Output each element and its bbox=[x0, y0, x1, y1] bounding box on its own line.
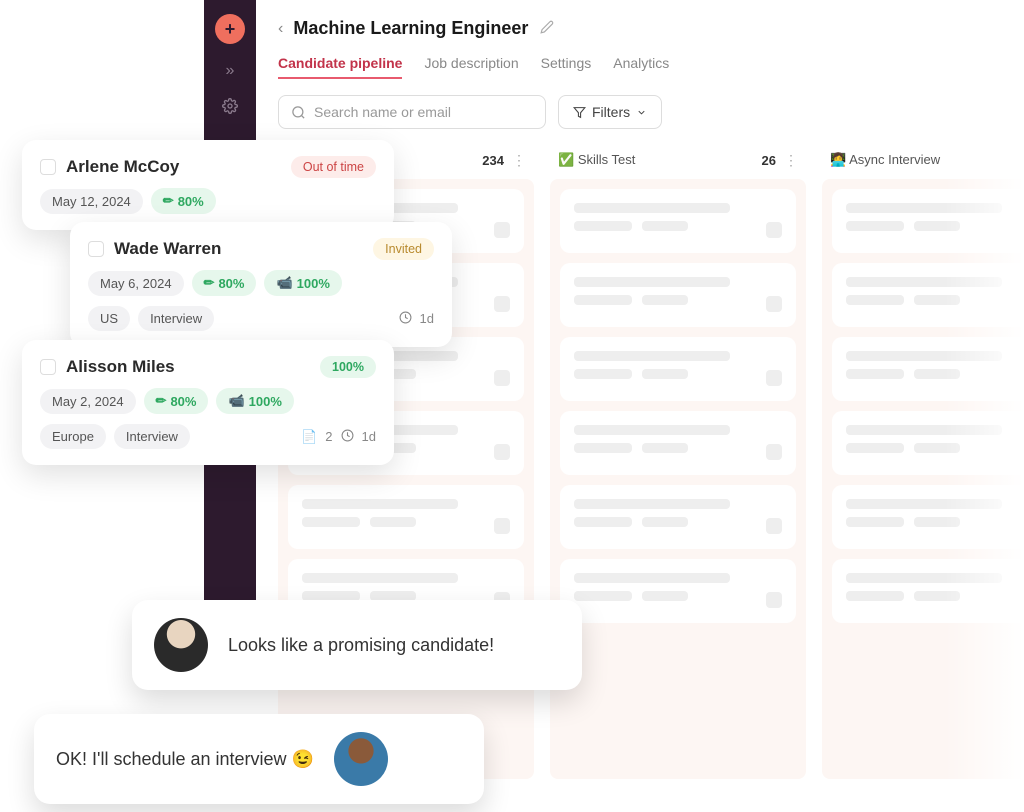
status-badge: Invited bbox=[373, 238, 434, 260]
column-skills-test: ✅ Skills Test 26 ⋮ bbox=[550, 149, 806, 779]
placeholder-card bbox=[560, 559, 796, 623]
date-pill: May 2, 2024 bbox=[40, 389, 136, 414]
gear-icon[interactable] bbox=[222, 98, 238, 119]
clock-icon bbox=[399, 311, 412, 327]
add-button[interactable]: + bbox=[215, 14, 245, 44]
column-header: ✅ Skills Test 26 ⋮ bbox=[550, 149, 806, 179]
column-menu-icon[interactable]: ⋮ bbox=[784, 152, 798, 169]
page-title: Machine Learning Engineer bbox=[293, 18, 528, 39]
time-label: 1d bbox=[362, 429, 376, 444]
tab-analytics[interactable]: Analytics bbox=[613, 55, 669, 79]
column-icon: ✅ Skills Test bbox=[558, 152, 635, 168]
date-pill: May 6, 2024 bbox=[88, 271, 184, 296]
avatar bbox=[154, 618, 208, 672]
placeholder-card bbox=[832, 337, 1024, 401]
status-badge: 100% bbox=[320, 356, 376, 378]
column-menu-icon[interactable]: ⋮ bbox=[512, 152, 526, 169]
tag-pill: Interview bbox=[114, 424, 190, 449]
candidate-name: Wade Warren bbox=[114, 239, 363, 259]
search-placeholder: Search name or email bbox=[314, 104, 451, 120]
score-pill: 📹 100% bbox=[264, 270, 341, 296]
column-count: 234 bbox=[482, 153, 504, 168]
notes-count: 2 bbox=[325, 429, 332, 444]
column-header: 👩‍💻 Async Interview bbox=[822, 149, 1024, 179]
filters-button[interactable]: Filters bbox=[558, 95, 662, 129]
comment-bubble: Looks like a promising candidate! bbox=[132, 600, 582, 690]
controls: Search name or email Filters bbox=[278, 95, 1024, 129]
placeholder-card bbox=[560, 189, 796, 253]
placeholder-card bbox=[560, 485, 796, 549]
status-badge: Out of time bbox=[291, 156, 376, 178]
candidate-name: Arlene McCoy bbox=[66, 157, 281, 177]
tab-pipeline[interactable]: Candidate pipeline bbox=[278, 55, 402, 79]
tab-settings[interactable]: Settings bbox=[541, 55, 592, 79]
date-pill: May 12, 2024 bbox=[40, 189, 143, 214]
column-body bbox=[550, 179, 806, 779]
search-input[interactable]: Search name or email bbox=[278, 95, 546, 129]
comment-text: OK! I'll schedule an interview 😉 bbox=[56, 749, 314, 770]
candidate-card[interactable]: Wade Warren Invited May 6, 2024 ✏ 80% 📹 … bbox=[70, 222, 452, 347]
tabs: Candidate pipeline Job description Setti… bbox=[278, 55, 1024, 79]
placeholder-card bbox=[560, 337, 796, 401]
tag-pill: Europe bbox=[40, 424, 106, 449]
search-icon bbox=[291, 105, 306, 120]
filter-icon bbox=[573, 106, 586, 119]
chevron-down-icon bbox=[636, 107, 647, 118]
column-count: 26 bbox=[762, 153, 776, 168]
placeholder-card bbox=[560, 411, 796, 475]
expand-icon[interactable]: » bbox=[226, 62, 235, 80]
placeholder-card bbox=[832, 263, 1024, 327]
placeholder-card bbox=[832, 485, 1024, 549]
score-pill: ✏ 80% bbox=[192, 270, 257, 296]
clock-icon bbox=[341, 429, 354, 445]
placeholder-card bbox=[288, 485, 524, 549]
placeholder-card bbox=[832, 189, 1024, 253]
placeholder-card bbox=[832, 411, 1024, 475]
tab-job-description[interactable]: Job description bbox=[424, 55, 518, 79]
placeholder-card bbox=[560, 263, 796, 327]
time-label: 1d bbox=[420, 311, 434, 326]
comment-bubble: OK! I'll schedule an interview 😉 bbox=[34, 714, 484, 804]
tag-pill: US bbox=[88, 306, 130, 331]
comment-text: Looks like a promising candidate! bbox=[228, 635, 494, 656]
back-icon[interactable]: ‹ bbox=[278, 20, 283, 38]
checkbox[interactable] bbox=[88, 241, 104, 257]
score-pill: 📹 100% bbox=[216, 388, 293, 414]
score-pill: ✏ 80% bbox=[144, 388, 209, 414]
score-pill: ✏ 80% bbox=[151, 188, 216, 214]
column-body bbox=[822, 179, 1024, 779]
candidate-name: Alisson Miles bbox=[66, 357, 310, 377]
filters-label: Filters bbox=[592, 104, 630, 120]
tag-pill: Interview bbox=[138, 306, 214, 331]
placeholder-card bbox=[832, 559, 1024, 623]
avatar bbox=[334, 732, 388, 786]
column-icon: 👩‍💻 Async Interview bbox=[830, 152, 940, 168]
checkbox[interactable] bbox=[40, 159, 56, 175]
candidate-card[interactable]: Alisson Miles 100% May 2, 2024 ✏ 80% 📹 1… bbox=[22, 340, 394, 465]
candidate-card[interactable]: Arlene McCoy Out of time May 12, 2024 ✏ … bbox=[22, 140, 394, 230]
checkbox[interactable] bbox=[40, 359, 56, 375]
edit-icon[interactable] bbox=[540, 20, 554, 37]
column-async-interview: 👩‍💻 Async Interview bbox=[822, 149, 1024, 779]
breadcrumb: ‹ Machine Learning Engineer bbox=[278, 18, 1024, 39]
notes-icon: 📄 bbox=[301, 429, 317, 445]
